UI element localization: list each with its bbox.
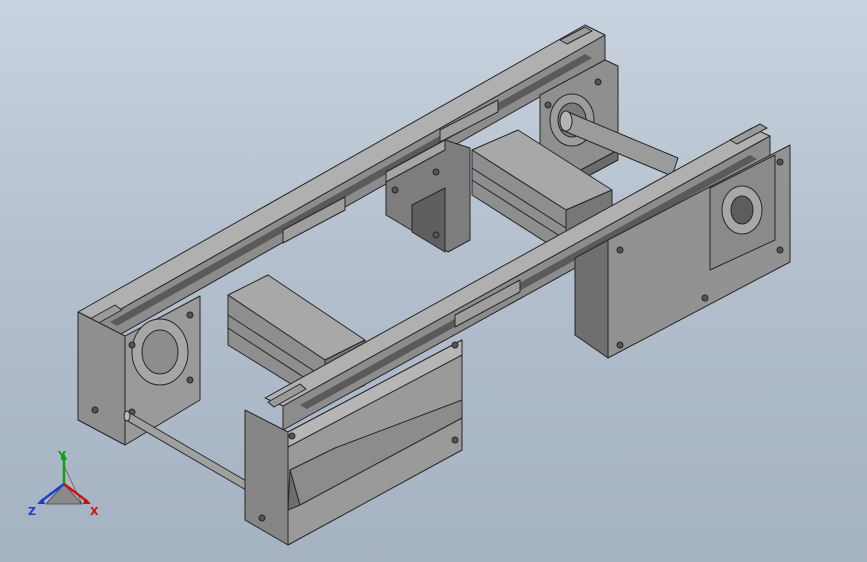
view-orientation-triad[interactable]: Y Z X: [22, 446, 108, 526]
graphics-viewport[interactable]: Y Z X: [0, 0, 867, 562]
triad-z-label: Z: [28, 505, 36, 518]
triad-y-label: Y: [58, 449, 66, 462]
cad-model-assembly[interactable]: [0, 0, 867, 562]
front-shaft: [123, 410, 249, 491]
triad-x-label: X: [90, 505, 99, 518]
